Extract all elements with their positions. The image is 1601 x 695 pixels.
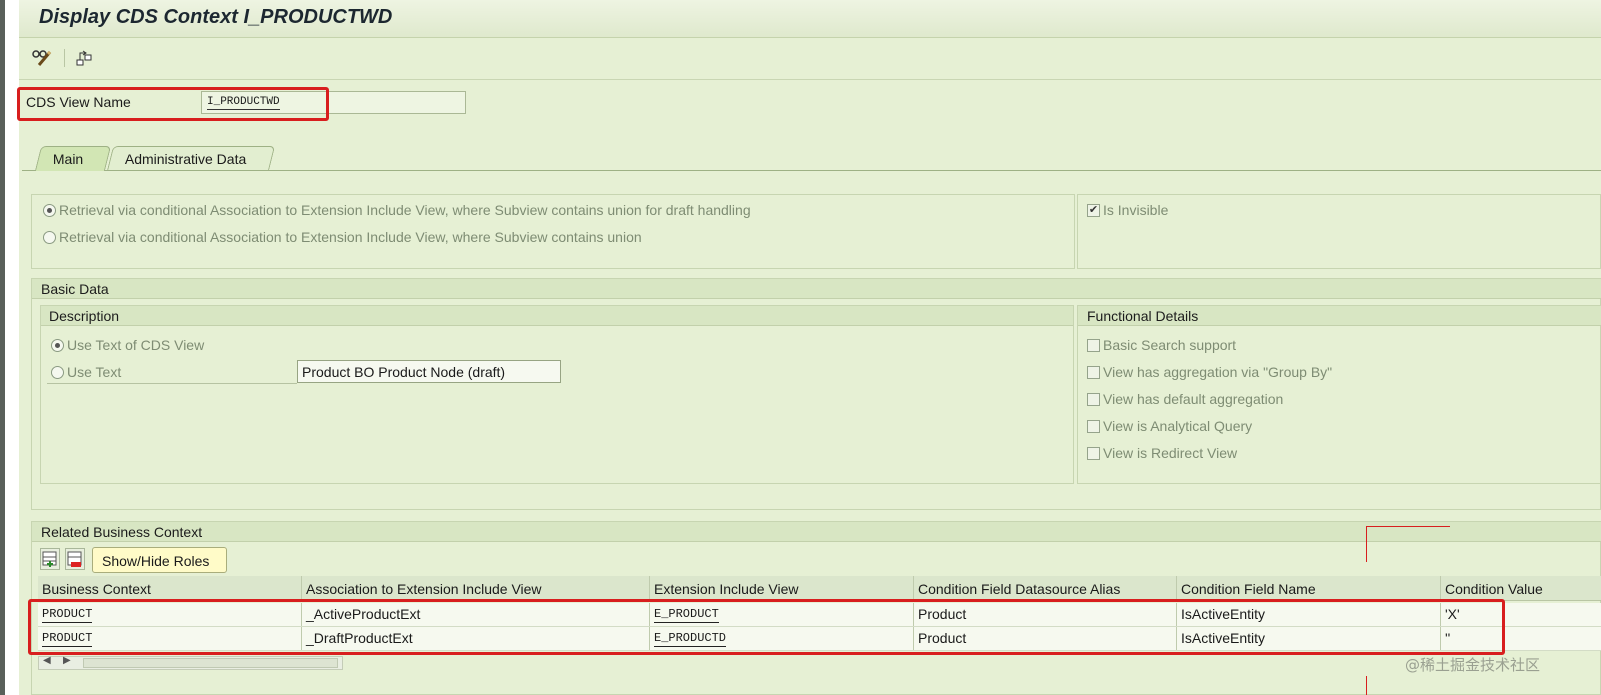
hierarchy-icon xyxy=(76,50,92,66)
scroll-thumb[interactable] xyxy=(83,658,338,668)
radio-selected xyxy=(51,338,64,352)
basic-search-checkbox[interactable]: Basic Search support xyxy=(1087,337,1236,353)
radio-unselected xyxy=(43,230,56,244)
delete-row-icon xyxy=(67,551,82,567)
retrieval-option-draft[interactable]: Retrieval via conditional Association to… xyxy=(43,202,751,218)
toolbar xyxy=(19,38,1601,80)
description-panel xyxy=(40,305,1074,484)
toolbar-separator xyxy=(64,49,65,67)
annotation-line-vertical xyxy=(1366,526,1367,562)
title-bar: Display CDS Context I_PRODUCTWD xyxy=(19,0,1601,38)
highlight-box-cds-view xyxy=(17,87,329,121)
redirect-view-checkbox[interactable]: View is Redirect View xyxy=(1087,445,1237,461)
is-invisible-checkbox[interactable]: ✔ Is Invisible xyxy=(1087,202,1168,218)
delete-row-button[interactable] xyxy=(65,548,85,570)
use-cds-text-option[interactable]: Use Text of CDS View xyxy=(51,337,204,353)
annotation-line-horizontal xyxy=(1366,526,1450,527)
basic-data-title: Basic Data xyxy=(41,281,109,297)
column-header-datasource-alias[interactable]: Condition Field Datasource Alias xyxy=(914,576,1177,600)
hierarchy-button[interactable] xyxy=(71,46,97,70)
checkbox-empty xyxy=(1087,392,1100,406)
display-change-button[interactable] xyxy=(29,46,55,70)
basic-data-header xyxy=(32,279,1601,299)
annotation-line-bottom xyxy=(1366,676,1367,695)
description-header xyxy=(41,306,1073,326)
use-text-option[interactable]: Use Text xyxy=(51,364,121,380)
column-header-condition-field-name[interactable]: Condition Field Name xyxy=(1177,576,1441,600)
radio-unselected xyxy=(51,365,64,379)
retrieval-option-union[interactable]: Retrieval via conditional Association to… xyxy=(43,229,642,245)
table-header: Business Context Association to Extensio… xyxy=(38,576,1601,601)
column-header-condition-value[interactable]: Condition Value xyxy=(1441,576,1601,600)
related-business-context-title: Related Business Context xyxy=(41,524,203,540)
tab-main[interactable]: Main xyxy=(34,146,112,171)
checkbox-empty xyxy=(1087,419,1100,433)
use-text-underline xyxy=(47,383,297,384)
checkbox-empty xyxy=(1087,365,1100,379)
description-text-field[interactable]: Product BO Product Node (draft) xyxy=(297,360,561,383)
highlight-box-table-rows xyxy=(28,599,1505,655)
description-title: Description xyxy=(49,308,120,324)
column-header-business-context[interactable]: Business Context xyxy=(38,576,302,600)
show-hide-roles-button[interactable]: Show/Hide Roles xyxy=(92,547,227,573)
table-horizontal-scrollbar[interactable]: ◀ ▶ xyxy=(38,655,343,670)
scroll-left-icon[interactable]: ◀ xyxy=(43,655,51,666)
radio-selected xyxy=(43,203,56,217)
check-icon: ✔ xyxy=(1087,203,1100,217)
scroll-right-icon[interactable]: ▶ xyxy=(63,655,71,666)
column-header-association[interactable]: Association to Extension Include View xyxy=(302,576,650,600)
pencil-glasses-icon xyxy=(32,50,52,66)
watermark: @稀土掘金技术社区 xyxy=(1405,656,1541,674)
default-aggregation-checkbox[interactable]: View has default aggregation xyxy=(1087,391,1283,407)
insert-row-button[interactable] xyxy=(40,548,60,570)
page-title: Display CDS Context I_PRODUCTWD xyxy=(39,6,393,28)
group-by-checkbox[interactable]: View has aggregation via "Group By" xyxy=(1087,364,1332,380)
column-header-extension-include-view[interactable]: Extension Include View xyxy=(650,576,914,600)
checkbox-empty xyxy=(1087,446,1100,460)
analytical-query-checkbox[interactable]: View is Analytical Query xyxy=(1087,418,1252,434)
insert-row-icon xyxy=(42,551,57,567)
checkbox-empty xyxy=(1087,338,1100,352)
tab-administrative-data[interactable]: Administrative Data xyxy=(106,146,276,171)
functional-details-title: Functional Details xyxy=(1087,308,1199,324)
tab-divider xyxy=(22,170,1601,171)
